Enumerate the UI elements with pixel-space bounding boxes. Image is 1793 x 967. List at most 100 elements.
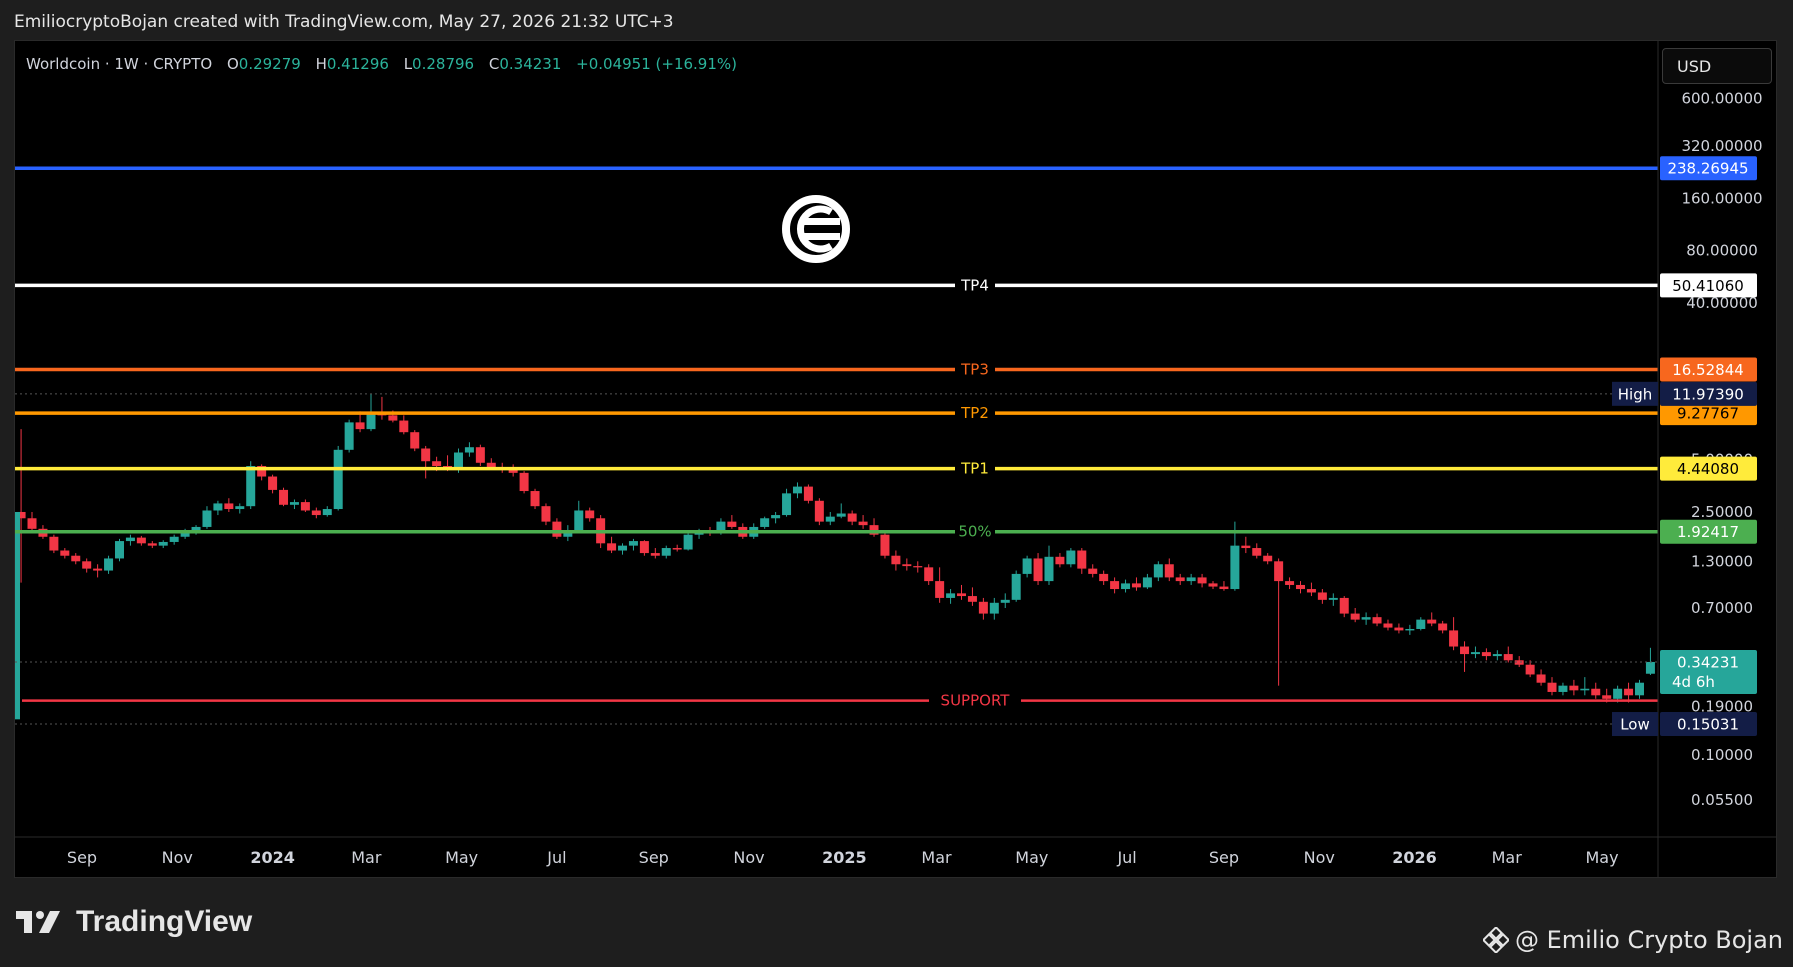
x-tick-label: Nov [1304, 848, 1335, 867]
candle-body [1525, 664, 1535, 675]
candle [1208, 581, 1218, 590]
candle-body [27, 518, 37, 529]
candle [1350, 608, 1360, 623]
candle-body [924, 567, 934, 582]
x-tick-label: 2025 [822, 848, 867, 867]
candle [836, 503, 846, 519]
candle [1317, 589, 1327, 604]
candle-body [771, 515, 781, 519]
candle [1645, 647, 1655, 676]
candle-body [1547, 682, 1557, 692]
candle-body [847, 513, 857, 522]
candle [1405, 624, 1415, 635]
candle-body [1295, 584, 1305, 590]
candle [1055, 553, 1065, 568]
candle-body [235, 506, 245, 510]
level-price-badge: 238.26945 [1667, 160, 1748, 178]
price-chart[interactable]: TP4 TP3 TP2 TP1 50% SUPPORT 600.00000 320.0000… [0, 0, 1793, 967]
candle [1000, 593, 1010, 608]
candle [169, 534, 179, 545]
candle [760, 516, 770, 529]
candle [268, 474, 278, 494]
level-label: SUPPORT [941, 692, 1011, 710]
currency-button[interactable]: USD [1662, 48, 1772, 84]
candle-body [1405, 628, 1415, 631]
candle-body [311, 510, 321, 516]
y-tick-label: 0.10000 [1691, 746, 1753, 764]
candle [82, 558, 92, 573]
candle-body [1383, 623, 1393, 628]
candle [300, 499, 310, 512]
candle [935, 567, 945, 603]
candle [1503, 646, 1513, 663]
last-price-value: 0.34231 [1677, 653, 1739, 671]
candle-body [1099, 573, 1109, 582]
candle [946, 589, 956, 604]
candle [650, 548, 660, 559]
candle [989, 597, 999, 620]
candle-body [760, 518, 770, 527]
candle-body [902, 564, 912, 567]
y-tick-label: 160.00000 [1681, 189, 1762, 207]
candle [1372, 613, 1382, 627]
candle-body [366, 412, 376, 430]
candle-body [93, 568, 103, 571]
x-tick-label: Mar [1492, 848, 1523, 867]
candle-body [1394, 627, 1404, 631]
candle-body [552, 521, 562, 537]
candle [530, 488, 540, 510]
candle-body [1121, 583, 1131, 590]
candle-body [792, 486, 802, 494]
candle [1295, 581, 1305, 594]
candle [1077, 548, 1087, 574]
candle-body [880, 534, 890, 556]
candle [322, 506, 332, 517]
candle-body [421, 448, 431, 462]
candle-body [1645, 661, 1655, 674]
candle-body [1361, 617, 1371, 620]
candle-body [607, 543, 617, 551]
candle-body [1416, 619, 1426, 629]
candle [1427, 612, 1437, 627]
candle [782, 488, 792, 517]
candle-body [1230, 545, 1240, 590]
candle-body [432, 461, 442, 466]
candle-body [136, 537, 146, 544]
symbol-title[interactable]: Worldcoin · 1W · CRYPTO [26, 55, 212, 73]
candle [1088, 564, 1098, 578]
candle [1525, 660, 1535, 678]
candle-body [1317, 592, 1327, 600]
candle-body [1131, 583, 1141, 588]
candle-body [989, 602, 999, 614]
candle-body [574, 510, 584, 531]
candle [639, 540, 649, 556]
candle [1263, 553, 1273, 565]
candle [93, 564, 103, 578]
y-tick-label: 320.00000 [1681, 137, 1762, 155]
candle-body [1274, 561, 1284, 582]
candle-body [639, 541, 649, 554]
candle-body [49, 536, 59, 551]
x-tick-label: Sep [67, 848, 97, 867]
candle [344, 419, 354, 453]
candle-body [650, 553, 660, 556]
candle [1569, 679, 1579, 696]
tradingview-wordmark: TradingView [76, 905, 253, 938]
candle-body [1186, 577, 1196, 582]
low-label: L [403, 55, 413, 73]
x-tick-label: Mar [921, 848, 952, 867]
candle-body [1175, 577, 1185, 582]
y-tick-label: 0.70000 [1691, 599, 1753, 617]
candle [213, 500, 223, 516]
level-label: TP4 [960, 276, 989, 294]
y-tick-label: 80.00000 [1686, 242, 1758, 260]
candle [1481, 648, 1491, 661]
candle [1492, 650, 1502, 661]
candle-body [628, 541, 638, 546]
candle [410, 430, 420, 452]
x-tick-label: May [1585, 848, 1618, 867]
candle [1438, 620, 1448, 634]
candle-body [1558, 685, 1568, 692]
marker-kind-label: Low [1620, 716, 1650, 734]
candle-body [1306, 589, 1316, 593]
